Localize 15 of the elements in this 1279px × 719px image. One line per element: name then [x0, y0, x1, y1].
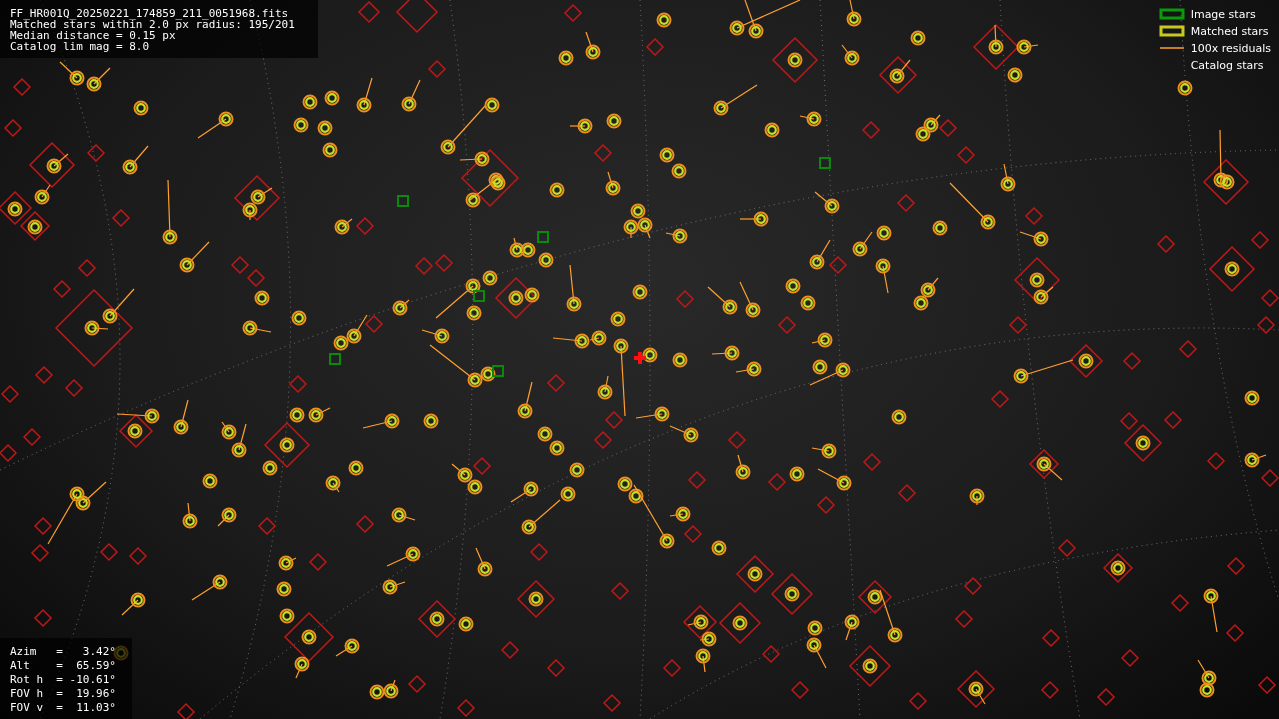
- rectangle-icon: [1158, 25, 1185, 37]
- legend-label: 100x residuals: [1190, 41, 1271, 55]
- info-text: Median distance = 0.15 px: [10, 30, 176, 41]
- legend-label: Matched stars: [1190, 24, 1269, 38]
- pointing-text: Azim = 3.42°: [10, 646, 117, 657]
- pointing-text: FOV v = 11.03°: [10, 702, 117, 713]
- pointing-text: Alt = 65.59°: [10, 660, 117, 671]
- pointing-text: Rot h = -10.61°: [10, 674, 117, 685]
- legend-label: Catalog stars: [1190, 58, 1264, 72]
- legend-label: Image stars: [1190, 7, 1256, 21]
- frame-icon: [1158, 8, 1185, 20]
- info-text: Matched stars within 2.0 px radius: 195/201: [10, 19, 296, 30]
- pointing-text: FOV h = 19.96°: [10, 688, 117, 699]
- info-text: FF_HR001Q_20250221_174859_211_0051968.fits: [10, 8, 290, 19]
- info-text: Catalog lim mag = 8.0: [10, 41, 151, 52]
